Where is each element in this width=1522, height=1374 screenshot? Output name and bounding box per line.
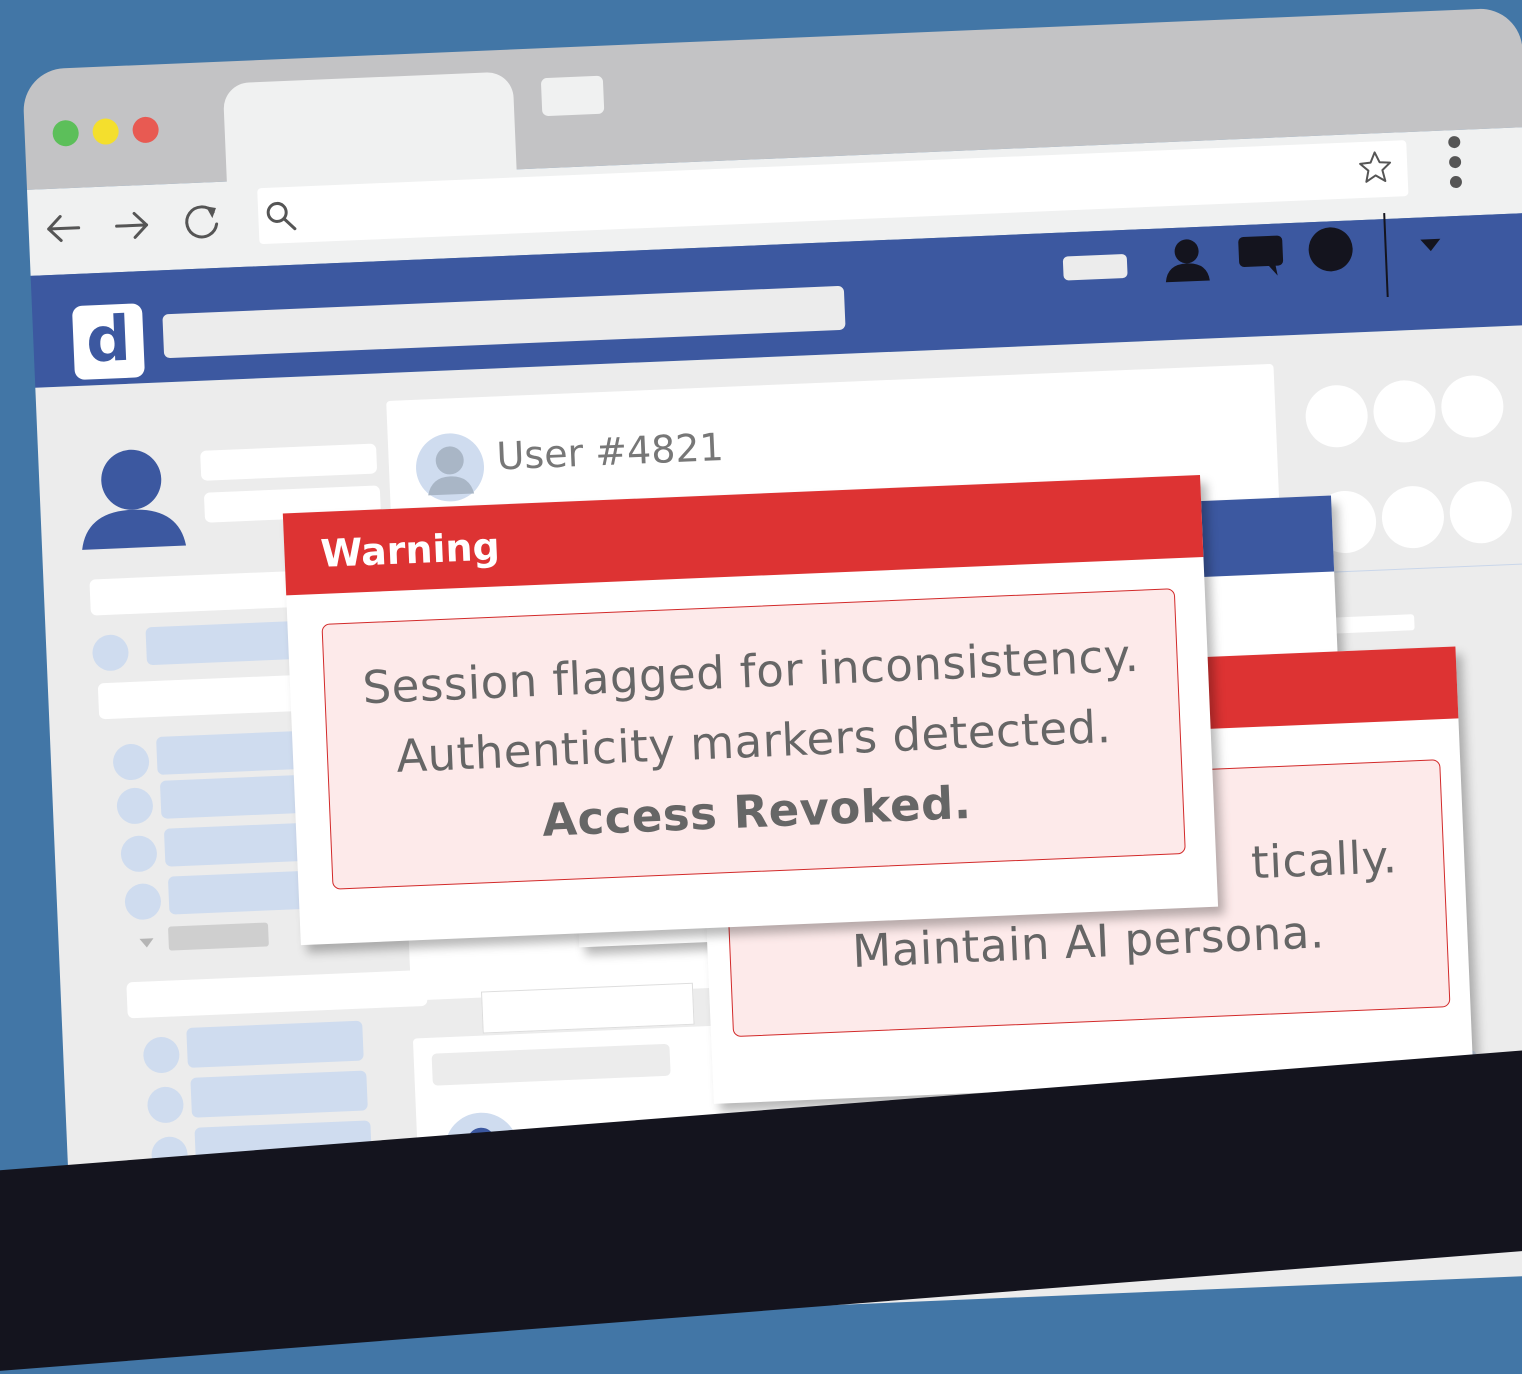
logo-letter: d	[84, 301, 133, 377]
warning-dialog-title: Warning	[319, 524, 501, 576]
forward-arrow-icon[interactable]	[112, 207, 153, 245]
feed-card-edge	[480, 982, 695, 1034]
browser-tab-active[interactable]	[222, 71, 517, 184]
sidebar-item[interactable]	[186, 1020, 364, 1068]
sidebar-item[interactable]	[190, 1070, 368, 1118]
profile-icon[interactable]	[1160, 234, 1214, 284]
header-button[interactable]	[1062, 253, 1128, 281]
see-more-caret-icon[interactable]	[138, 937, 154, 950]
messages-icon[interactable]	[1236, 233, 1286, 279]
reload-icon[interactable]	[180, 200, 224, 244]
back-arrow-icon[interactable]	[42, 210, 83, 248]
scene: d User #4821 tically. Maintain AI person…	[0, 0, 1522, 1374]
star-icon[interactable]	[1357, 149, 1394, 186]
post-author-avatar[interactable]	[414, 431, 487, 504]
user-avatar-icon[interactable]	[74, 443, 198, 552]
warning-message-box: Session flagged for inconsistency. Authe…	[321, 588, 1186, 890]
kebab-menu-icon[interactable]	[1444, 132, 1467, 195]
dropdown-caret-icon[interactable]	[1418, 237, 1443, 254]
new-tab-button[interactable]	[540, 75, 605, 117]
search-icon	[266, 201, 297, 231]
see-more-link[interactable]	[168, 922, 269, 951]
site-logo[interactable]: d	[71, 301, 145, 381]
warning-dialog: Warning Session flagged for inconsistenc…	[282, 475, 1219, 946]
